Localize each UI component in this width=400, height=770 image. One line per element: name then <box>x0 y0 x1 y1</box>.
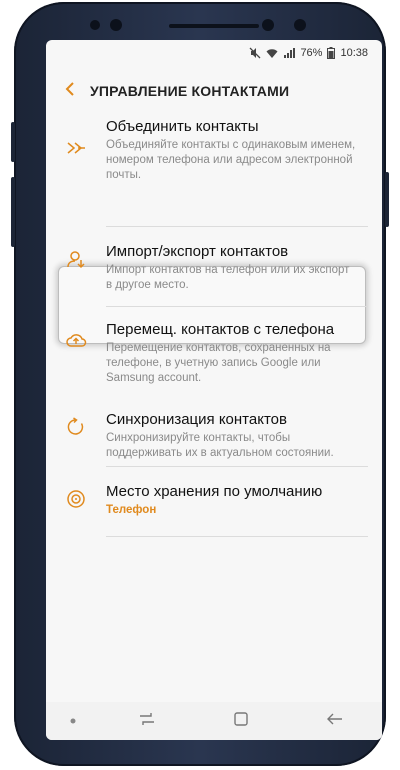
iris-scanner <box>294 19 306 31</box>
item-subtitle: Импорт контактов на телефон или их экспо… <box>106 264 350 291</box>
item-subtitle: Синхронизируйте контакты, чтобы поддержи… <box>106 432 334 459</box>
mute-icon <box>249 47 261 59</box>
sync-icon <box>66 417 86 467</box>
back-icon <box>326 712 344 731</box>
earpiece-speaker <box>169 24 259 28</box>
menu-item-merge-contacts[interactable]: Объединить контакты Объединяйте контакты… <box>46 116 382 227</box>
item-title: Объединить контакты <box>106 118 259 135</box>
home-button[interactable] <box>211 706 271 736</box>
front-sensor <box>90 20 100 30</box>
front-sensor-2 <box>110 19 122 31</box>
item-title: Перемещ. контактов с телефона <box>106 321 335 338</box>
settings-list: Объединить контакты Объединяйте контакты… <box>46 116 382 537</box>
back-nav-button[interactable] <box>305 706 365 736</box>
item-value: Телефон <box>106 504 157 516</box>
bixby-button <box>11 122 15 162</box>
home-icon <box>233 711 249 732</box>
app-header: УПРАВЛЕНИЕ КОНТАКТАМИ <box>46 66 382 116</box>
phone-frame: 76% 10:38 УПРАВЛЕНИЕ КОНТАКТАМИ Объедини… <box>11 2 389 766</box>
status-bar: 76% 10:38 <box>46 40 382 66</box>
screen: 76% 10:38 УПРАВЛЕНИЕ КОНТАКТАМИ Объедини… <box>46 40 382 740</box>
power-button <box>385 172 389 227</box>
volume-button <box>11 177 15 247</box>
menu-item-move-contacts[interactable]: Перемещ. контактов с телефона Перемещени… <box>46 307 382 395</box>
item-title: Место хранения по умолчанию <box>106 483 323 500</box>
clock: 10:38 <box>340 47 368 59</box>
cloud-upload-icon <box>65 331 87 395</box>
back-button[interactable] <box>50 81 90 102</box>
item-subtitle: Объединяйте контакты с одинаковым именем… <box>106 139 356 181</box>
dot-indicator <box>63 706 83 736</box>
chevron-left-icon <box>64 81 76 102</box>
import-export-icon <box>66 249 86 307</box>
menu-item-import-export[interactable]: Импорт/экспорт контактов Импорт контакто… <box>46 227 382 307</box>
item-title: Синхронизация контактов <box>106 411 287 428</box>
item-subtitle: Перемещение контактов, сохраненных на те… <box>106 342 331 384</box>
navigation-bar <box>46 702 382 740</box>
battery-percent: 76% <box>300 47 323 59</box>
menu-item-default-storage[interactable]: Место хранения по умолчанию Телефон <box>46 467 382 537</box>
page-title: УПРАВЛЕНИЕ КОНТАКТАМИ <box>90 83 290 99</box>
item-title: Импорт/экспорт контактов <box>106 243 289 260</box>
recents-icon <box>139 712 155 731</box>
storage-icon <box>66 489 86 537</box>
recents-button[interactable] <box>117 706 177 736</box>
merge-icon <box>66 140 86 227</box>
front-camera <box>262 19 274 31</box>
menu-item-sync-contacts[interactable]: Синхронизация контактов Синхронизируйте … <box>46 395 382 467</box>
wifi-icon <box>266 47 278 59</box>
signal-icon <box>283 47 296 59</box>
battery-icon <box>327 47 336 59</box>
